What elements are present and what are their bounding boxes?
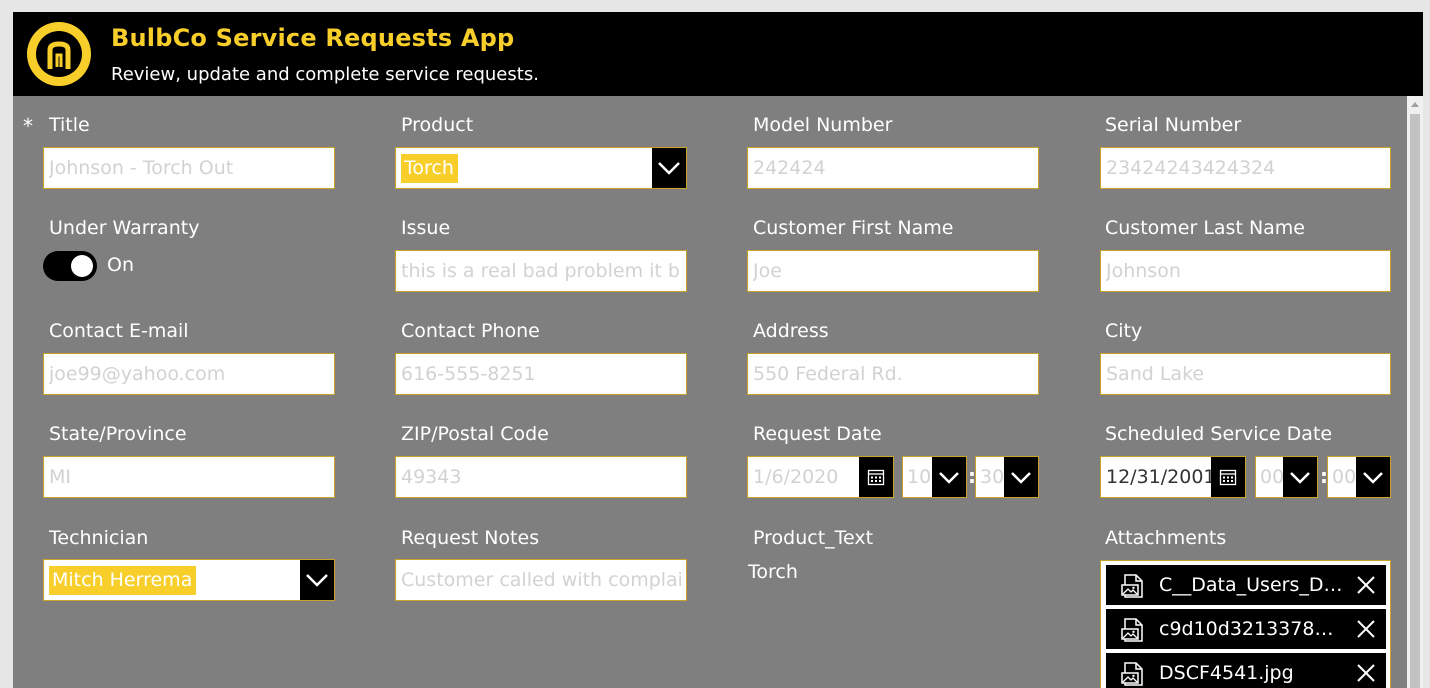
request-date-picker[interactable]: 1/6/2020: [747, 456, 894, 498]
toggle-knob: [71, 255, 93, 277]
technician-label: Technician: [49, 527, 149, 549]
calendar-icon[interactable]: [859, 457, 893, 497]
request-date-value: 1/6/2020: [753, 466, 839, 488]
customer-first-name-field[interactable]: [747, 250, 1039, 292]
request-hour-value: 10: [907, 466, 932, 488]
chevron-down-icon[interactable]: [932, 457, 966, 497]
request-notes-field[interactable]: [395, 559, 687, 601]
serial-number-label: Serial Number: [1105, 114, 1242, 136]
close-icon[interactable]: [1356, 619, 1376, 639]
contact-phone-field[interactable]: [395, 353, 687, 395]
scheduled-hour-value: 00: [1260, 466, 1285, 488]
image-file-icon: [1121, 574, 1143, 598]
scrollbar-thumb[interactable]: [1410, 114, 1420, 688]
chevron-down-icon[interactable]: [1004, 457, 1038, 497]
address-input[interactable]: [748, 354, 1038, 394]
city-label: City: [1105, 320, 1143, 342]
attachment-name: DSCF4541.jpg: [1159, 662, 1294, 684]
service-request-form: * Title Product Torch Model Number Seria…: [13, 96, 1407, 688]
customer-last-name-input[interactable]: [1101, 251, 1390, 291]
chevron-down-icon[interactable]: [1283, 457, 1317, 497]
serial-number-input[interactable]: [1101, 148, 1390, 188]
product-selected-value: Torch: [401, 154, 458, 183]
city-field[interactable]: [1100, 353, 1391, 395]
issue-input[interactable]: [396, 251, 686, 291]
bulbco-logo-icon: [27, 22, 91, 86]
technician-selected-value: Mitch Herrema: [49, 566, 197, 595]
close-icon[interactable]: [1356, 575, 1376, 595]
scheduled-minute-value: 00: [1332, 466, 1357, 488]
model-number-label: Model Number: [753, 114, 893, 136]
state-province-label: State/Province: [49, 423, 187, 445]
attachment-item[interactable]: C__Data_Users_DefApps_AppData_INTERNETEX…: [1106, 565, 1386, 605]
scheduled-service-date-picker[interactable]: 12/31/2001: [1100, 456, 1246, 498]
product-text-value: Torch: [748, 561, 798, 583]
vertical-scrollbar[interactable]: [1407, 96, 1423, 688]
attachment-item[interactable]: DSCF4541.jpg: [1106, 653, 1386, 688]
required-marker: *: [23, 114, 33, 138]
attachments-list: C__Data_Users_DefApps_AppData_INTERNETEX…: [1100, 560, 1391, 688]
chevron-down-icon[interactable]: [652, 148, 686, 188]
contact-phone-input[interactable]: [396, 354, 686, 394]
request-notes-label: Request Notes: [401, 527, 540, 549]
app-header: BulbCo Service Requests App Review, upda…: [13, 12, 1423, 96]
image-file-icon: [1121, 618, 1143, 642]
address-label: Address: [753, 320, 829, 342]
app-window: BulbCo Service Requests App Review, upda…: [13, 12, 1423, 688]
image-file-icon: [1121, 662, 1143, 686]
title-label: Title: [49, 114, 90, 136]
attachment-item[interactable]: c9d10d321337882a.jpg: [1106, 609, 1386, 649]
contact-email-field[interactable]: [43, 353, 335, 395]
customer-first-name-input[interactable]: [748, 251, 1038, 291]
contact-email-label: Contact E-mail: [49, 320, 189, 342]
request-date-label: Request Date: [753, 423, 882, 445]
calendar-icon[interactable]: [1211, 457, 1245, 497]
state-province-input[interactable]: [44, 457, 334, 497]
technician-dropdown[interactable]: Mitch Herrema: [43, 559, 335, 601]
scheduled-service-date-value: 12/31/2001: [1106, 466, 1216, 488]
customer-last-name-label: Customer Last Name: [1105, 217, 1306, 239]
issue-label: Issue: [401, 217, 451, 239]
product-text-label: Product_Text: [753, 527, 874, 549]
request-minute-dropdown[interactable]: 30: [975, 456, 1039, 498]
scheduled-hour-dropdown[interactable]: 00: [1255, 456, 1318, 498]
attachments-label: Attachments: [1105, 527, 1227, 549]
chevron-down-icon[interactable]: [300, 560, 334, 600]
attachment-name: C__Data_Users_DefApps_AppData_INTERNETEX…: [1159, 574, 1345, 596]
request-hour-dropdown[interactable]: 10: [902, 456, 967, 498]
scroll-up-arrow-icon[interactable]: [1411, 102, 1419, 107]
address-field[interactable]: [747, 353, 1039, 395]
request-notes-input[interactable]: [396, 560, 686, 600]
serial-number-field[interactable]: [1100, 147, 1391, 189]
chevron-down-icon[interactable]: [1356, 457, 1390, 497]
product-dropdown[interactable]: Torch: [395, 147, 687, 189]
under-warranty-state: On: [107, 254, 134, 276]
customer-first-name-label: Customer First Name: [753, 217, 954, 239]
state-province-field[interactable]: [43, 456, 335, 498]
app-title: BulbCo Service Requests App: [111, 24, 515, 52]
model-number-field[interactable]: [747, 147, 1039, 189]
scheduled-service-date-label: Scheduled Service Date: [1105, 423, 1333, 445]
app-subtitle: Review, update and complete service requ…: [111, 64, 539, 85]
zip-postal-code-field[interactable]: [395, 456, 687, 498]
city-input[interactable]: [1101, 354, 1390, 394]
contact-phone-label: Contact Phone: [401, 320, 540, 342]
title-input[interactable]: [44, 148, 334, 188]
request-minute-value: 30: [980, 466, 1005, 488]
contact-email-input[interactable]: [44, 354, 334, 394]
title-field[interactable]: [43, 147, 335, 189]
under-warranty-toggle[interactable]: [43, 251, 97, 281]
zip-postal-code-input[interactable]: [396, 457, 686, 497]
attachment-name: c9d10d321337882a.jpg: [1159, 618, 1345, 640]
model-number-input[interactable]: [748, 148, 1038, 188]
under-warranty-label: Under Warranty: [49, 217, 200, 239]
product-label: Product: [401, 114, 474, 136]
issue-field[interactable]: [395, 250, 687, 292]
scheduled-minute-dropdown[interactable]: 00: [1327, 456, 1391, 498]
close-icon[interactable]: [1356, 663, 1376, 683]
customer-last-name-field[interactable]: [1100, 250, 1391, 292]
zip-postal-code-label: ZIP/Postal Code: [401, 423, 549, 445]
